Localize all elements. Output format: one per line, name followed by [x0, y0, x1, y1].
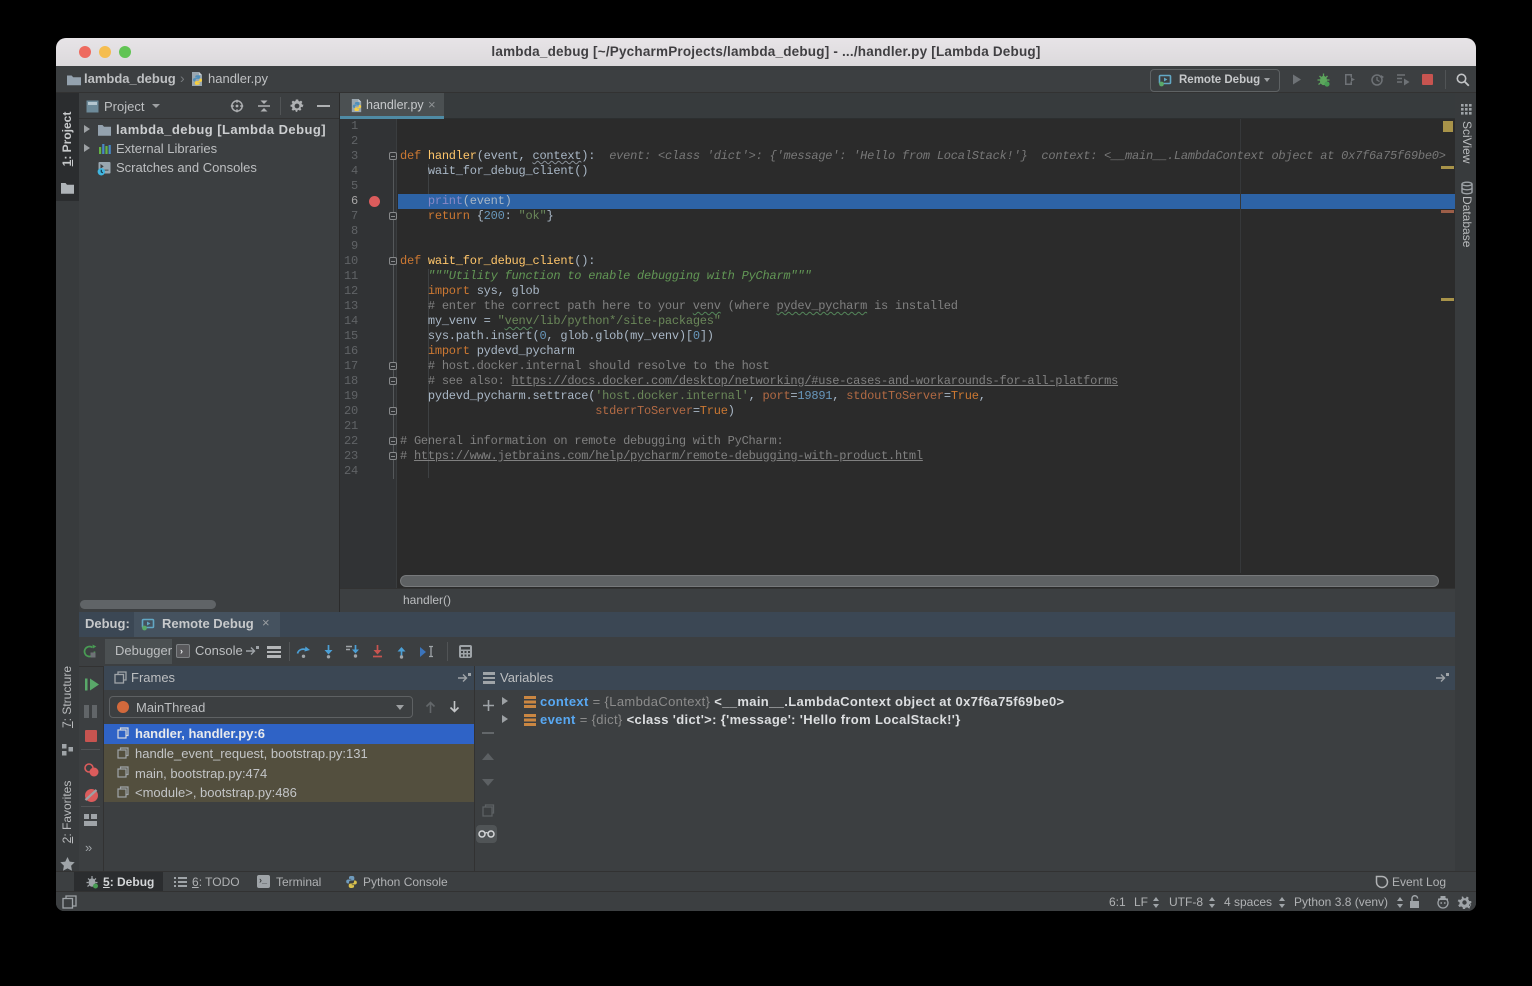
svg-text:?: ?: [1468, 904, 1472, 910]
